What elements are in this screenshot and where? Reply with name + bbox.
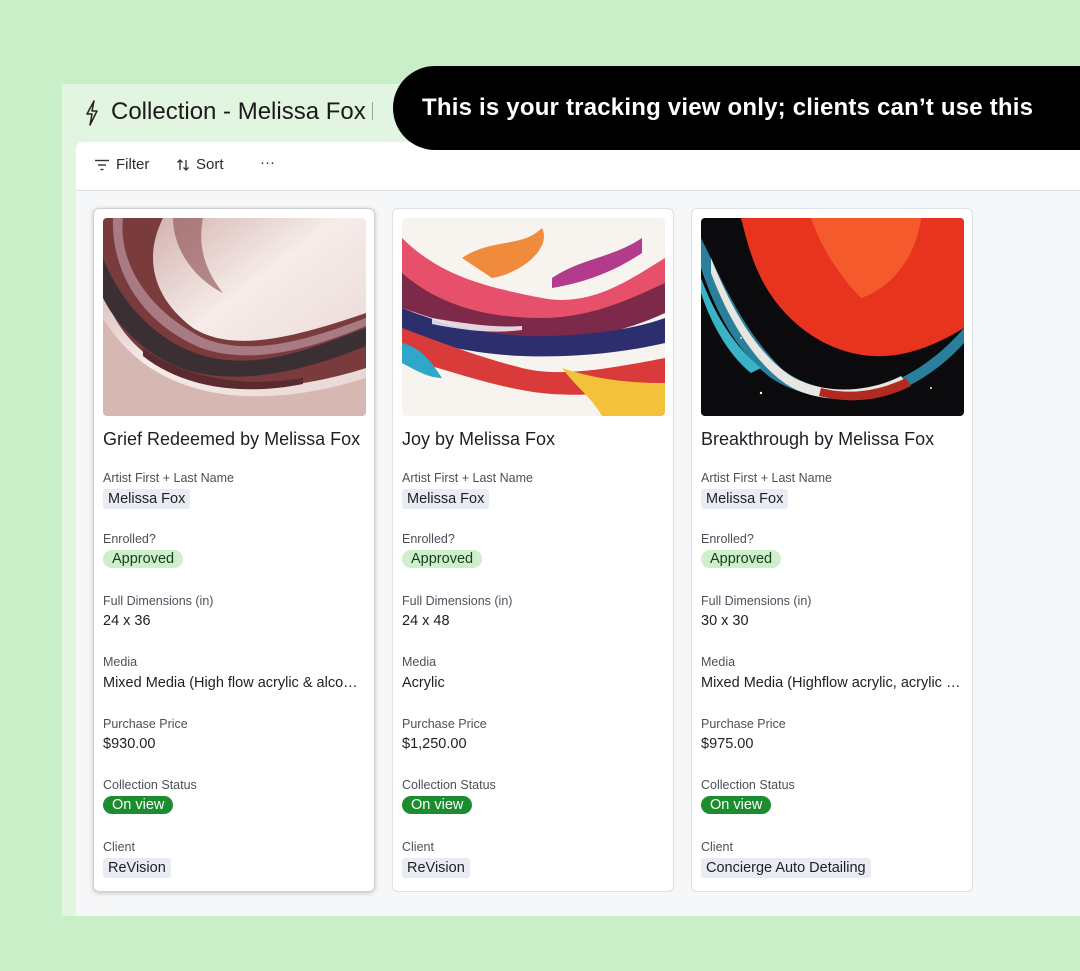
record-card[interactable]: Joy by Melissa Fox Artist First + Last N…: [392, 208, 674, 892]
dimensions-value: 30 x 30: [701, 613, 749, 629]
status-label: Collection Status: [402, 778, 496, 792]
artist-label: Artist First + Last Name: [701, 471, 832, 485]
title-bar: Collection - Melissa Fox: [62, 84, 402, 142]
price-value: $975.00: [701, 736, 754, 752]
status-badge: On view: [103, 796, 174, 814]
artwork-image: [402, 218, 665, 416]
price-label: Purchase Price: [103, 717, 188, 731]
client-chip: ReVision: [402, 858, 470, 878]
artist-label: Artist First + Last Name: [103, 471, 234, 485]
collection-window: Collection - Melissa Fox Filter Sort ···…: [62, 84, 1080, 916]
enrolled-badge: Approved: [402, 550, 483, 568]
media-label: Media: [103, 655, 138, 669]
card-title: Breakthrough by Melissa Fox: [701, 429, 935, 449]
record-card[interactable]: Breakthrough by Melissa Fox Artist First…: [691, 208, 973, 892]
price-value: $1,250.00: [402, 736, 467, 752]
artwork-image: [701, 218, 964, 416]
page-title: Collection - Melissa Fox: [111, 98, 366, 125]
price-label: Purchase Price: [402, 717, 487, 731]
artist-chip: Melissa Fox: [103, 489, 191, 509]
title-divider: [372, 102, 373, 120]
sort-label: Sort: [196, 156, 224, 173]
gallery-area: Grief Redeemed by Melissa Fox Artist Fir…: [76, 191, 1080, 916]
records-panel: Filter Sort ··· Grief Redeemed by Meliss…: [76, 142, 1080, 916]
price-value: $930.00: [103, 736, 156, 752]
artist-chip: Melissa Fox: [402, 489, 490, 509]
artwork-image: [103, 218, 366, 416]
card-title: Joy by Melissa Fox: [402, 429, 556, 449]
sort-icon: [177, 158, 189, 171]
artist-label: Artist First + Last Name: [402, 471, 533, 485]
client-label: Client: [103, 840, 135, 854]
client-chip: Concierge Auto Detailing: [701, 858, 871, 878]
media-value: Mixed Media (High flow acrylic & alcohol…: [103, 675, 365, 691]
more-options-button[interactable]: ···: [260, 154, 275, 171]
client-chip: ReVision: [103, 858, 171, 878]
filter-button[interactable]: Filter: [94, 156, 149, 173]
enrolled-label: Enrolled?: [701, 532, 754, 546]
more-icon: ···: [260, 154, 275, 171]
dimensions-value: 24 x 48: [402, 613, 450, 629]
filter-icon: [95, 159, 109, 170]
status-badge: On view: [701, 796, 772, 814]
price-label: Purchase Price: [701, 717, 786, 731]
filter-label: Filter: [116, 156, 150, 173]
enrolled-label: Enrolled?: [402, 532, 455, 546]
media-value: Mixed Media (Highflow acrylic, acrylic p…: [701, 675, 963, 691]
media-label: Media: [701, 655, 736, 669]
card-title: Grief Redeemed by Melissa Fox: [103, 429, 361, 449]
dimensions-label: Full Dimensions (in): [402, 594, 513, 608]
sort-button[interactable]: Sort: [176, 156, 224, 173]
enrolled-badge: Approved: [103, 550, 184, 568]
info-banner: This is your tracking view only; clients…: [393, 66, 1080, 150]
client-label: Client: [701, 840, 733, 854]
client-label: Client: [402, 840, 434, 854]
status-badge: On view: [402, 796, 473, 814]
record-card[interactable]: Grief Redeemed by Melissa Fox Artist Fir…: [93, 208, 375, 892]
banner-text: This is your tracking view only; clients…: [422, 94, 1034, 121]
dimensions-label: Full Dimensions (in): [701, 594, 812, 608]
dimensions-value: 24 x 36: [103, 613, 151, 629]
status-label: Collection Status: [701, 778, 795, 792]
media-label: Media: [402, 655, 437, 669]
enrolled-label: Enrolled?: [103, 532, 156, 546]
dimensions-label: Full Dimensions (in): [103, 594, 214, 608]
artist-chip: Melissa Fox: [701, 489, 789, 509]
bolt-icon: [86, 100, 98, 126]
status-label: Collection Status: [103, 778, 197, 792]
media-value: Acrylic: [402, 675, 445, 691]
enrolled-badge: Approved: [701, 550, 782, 568]
